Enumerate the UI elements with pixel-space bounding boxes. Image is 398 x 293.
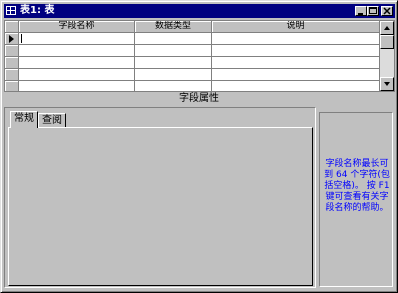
field-name-cell[interactable] (19, 81, 135, 91)
scroll-up-button[interactable] (380, 21, 394, 35)
field-name-cell[interactable] (19, 45, 135, 57)
general-tab-content (8, 127, 313, 286)
table-design-window: 表1: 表 字段名称 数据类型 说明 字段属性 常规 查阅 字段名称最长可到 6… (0, 0, 398, 293)
help-text: 字段名称最长可到 64 个字符(包括空格)。 按 F1 键可查看有关字段名称的帮… (324, 159, 390, 213)
table-icon (6, 6, 16, 15)
column-header-field-name[interactable]: 字段名称 (19, 21, 135, 33)
minimize-button[interactable] (355, 6, 367, 16)
arrow-up-icon (384, 26, 390, 30)
description-cell[interactable] (212, 45, 380, 57)
minimize-icon (358, 13, 363, 15)
description-cell[interactable] (212, 57, 380, 69)
data-type-cell[interactable] (135, 57, 212, 69)
row-selector[interactable] (5, 81, 19, 91)
description-cell[interactable] (212, 33, 380, 45)
scroll-down-button[interactable] (380, 77, 394, 91)
window-title: 表1: 表 (20, 5, 55, 16)
column-header-data-type[interactable]: 数据类型 (135, 21, 212, 33)
title-bar[interactable]: 表1: 表 (4, 4, 395, 18)
field-name-cell[interactable] (19, 33, 135, 45)
arrow-down-icon (384, 82, 390, 86)
row-selector[interactable] (5, 57, 19, 69)
description-cell[interactable] (212, 81, 380, 91)
header-corner[interactable] (5, 21, 19, 33)
text-cursor (21, 34, 22, 43)
row-selector[interactable] (5, 45, 19, 57)
close-button[interactable] (381, 6, 393, 16)
row-selector[interactable] (5, 33, 19, 45)
vertical-scrollbar[interactable] (380, 21, 394, 91)
tab-general[interactable]: 常规 (10, 111, 38, 128)
field-name-cell[interactable] (19, 57, 135, 69)
maximize-button[interactable] (367, 6, 379, 16)
field-grid: 字段名称 数据类型 说明 (4, 20, 395, 92)
help-panel: 字段名称最长可到 64 个字符(包括空格)。 按 F1 键可查看有关字段名称的帮… (319, 112, 393, 287)
maximize-icon (369, 7, 377, 14)
description-cell[interactable] (212, 69, 380, 81)
scroll-thumb[interactable] (380, 35, 394, 49)
field-properties-label: 字段属性 (179, 93, 219, 104)
current-row-arrow-icon (9, 35, 14, 43)
close-icon (383, 7, 391, 15)
data-type-cell[interactable] (135, 69, 212, 81)
column-header-description[interactable]: 说明 (212, 21, 380, 33)
data-type-cell[interactable] (135, 81, 212, 91)
field-name-cell[interactable] (19, 69, 135, 81)
data-type-cell[interactable] (135, 33, 212, 45)
tab-lookup[interactable]: 查阅 (38, 113, 66, 128)
row-selector[interactable] (5, 69, 19, 81)
data-type-cell[interactable] (135, 45, 212, 57)
